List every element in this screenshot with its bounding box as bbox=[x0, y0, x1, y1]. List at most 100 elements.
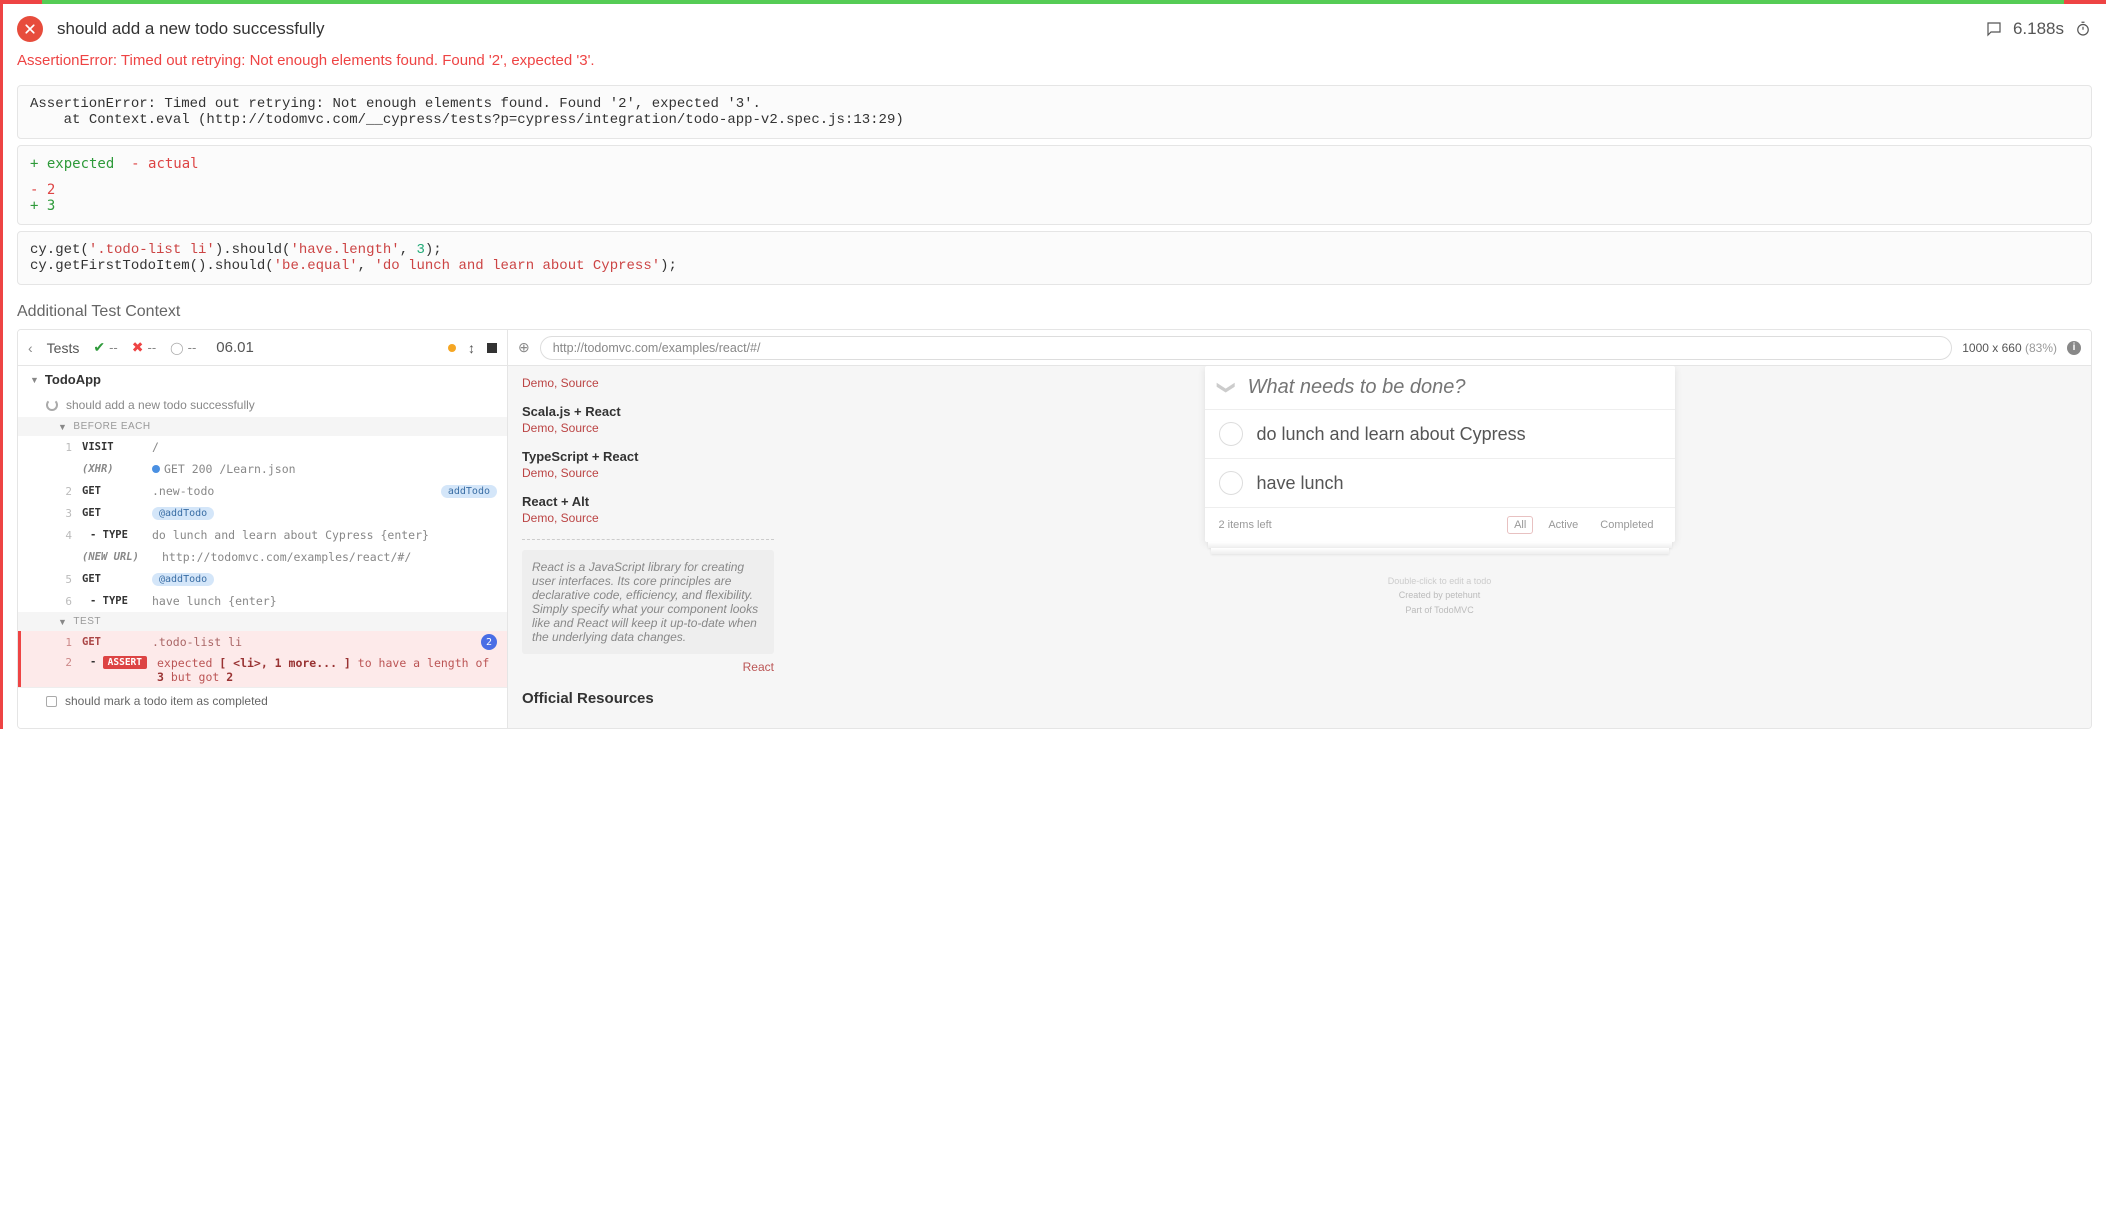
cmd-get[interactable]: 3 GET @addTodo bbox=[18, 502, 507, 524]
list-item: Scala.js + React Demo, Source bbox=[522, 404, 774, 435]
credits-line: Part of TodoMVC bbox=[1388, 603, 1492, 617]
test-section-label: ▼ TEST bbox=[18, 612, 507, 631]
lib-links[interactable]: Demo, Source bbox=[522, 376, 774, 390]
xhr-dot-icon bbox=[152, 465, 160, 473]
filter-all[interactable]: All bbox=[1507, 516, 1533, 534]
caret-down-icon: ▼ bbox=[58, 422, 67, 432]
alias-ref-pill: @addTodo bbox=[152, 507, 214, 520]
spinner-icon bbox=[46, 399, 58, 411]
back-chevron-icon[interactable]: ‹ bbox=[28, 340, 33, 356]
todo-filters: All Active Completed bbox=[1507, 516, 1660, 534]
cmd-xhr[interactable]: (XHR) GET 200 /Learn.json bbox=[18, 458, 507, 480]
stopwatch-icon bbox=[2074, 20, 2092, 38]
timer: 06.01 bbox=[216, 339, 254, 356]
fail-status-icon bbox=[17, 16, 43, 42]
app-preview-header: ⊕ http://todomvc.com/examples/react/#/ 1… bbox=[508, 330, 2091, 366]
list-item: Demo, Source bbox=[522, 376, 774, 390]
actual-label: - actual bbox=[131, 156, 198, 172]
pending-count: ◯-- bbox=[170, 340, 196, 355]
stop-button[interactable] bbox=[487, 343, 497, 353]
cmd-assert-fail[interactable]: 2 - ASSERT expected [ <li>, 1 more... ] … bbox=[18, 653, 507, 687]
expected-label: + expected bbox=[30, 156, 114, 172]
lib-links[interactable]: Demo, Source bbox=[522, 466, 774, 480]
assert-message: expected [ <li>, 1 more... ] to have a l… bbox=[157, 656, 497, 684]
stack-shadow bbox=[1211, 548, 1669, 554]
quote-text: React is a JavaScript library for creati… bbox=[532, 560, 758, 644]
new-todo-input[interactable] bbox=[1248, 376, 1661, 399]
cmd-get[interactable]: 5 GET @addTodo bbox=[18, 568, 507, 590]
recording-dot-icon bbox=[448, 344, 456, 352]
suite-row[interactable]: ▼ TodoApp bbox=[18, 366, 507, 393]
info-icon[interactable]: i bbox=[2067, 341, 2081, 355]
test-title: should add a new todo successfully bbox=[57, 19, 1985, 39]
todo-item[interactable]: do lunch and learn about Cypress bbox=[1205, 409, 1675, 458]
toggle-all-icon[interactable]: ❯ bbox=[1216, 380, 1237, 395]
selector-playground-icon[interactable]: ⊕ bbox=[518, 339, 530, 356]
official-resources-heading: Official Resources bbox=[522, 690, 774, 707]
test-meta: 6.188s bbox=[1985, 19, 2092, 39]
suite-name: TodoApp bbox=[45, 372, 101, 387]
filter-active[interactable]: Active bbox=[1541, 516, 1585, 534]
pass-count: ✔-- bbox=[93, 339, 117, 356]
stack-line: AssertionError: Timed out retrying: Not … bbox=[30, 96, 761, 112]
url-bar[interactable]: http://todomvc.com/examples/react/#/ bbox=[540, 336, 1953, 360]
fail-count: ✖-- bbox=[132, 339, 156, 356]
todo-count: 2 items left bbox=[1219, 519, 1508, 531]
credits: Double-click to edit a todo Created by p… bbox=[1388, 574, 1492, 617]
cmd-type[interactable]: 4 - TYPE do lunch and learn about Cypres… bbox=[18, 524, 507, 546]
todo-toggle-icon[interactable] bbox=[1219, 471, 1243, 495]
learn-sidebar: Demo, Source Scala.js + React Demo, Sour… bbox=[508, 366, 788, 728]
updown-arrows-icon[interactable]: ↕ bbox=[468, 340, 475, 356]
quote-author[interactable]: React bbox=[522, 660, 774, 674]
cmd-get-fail[interactable]: 1 GET .todo-list li 2 bbox=[18, 631, 507, 653]
other-spec-row[interactable]: should mark a todo item as completed bbox=[18, 687, 507, 714]
list-item: React + Alt Demo, Source bbox=[522, 494, 774, 525]
diff-plus: + 3 bbox=[30, 198, 2079, 214]
spec-title: should add a new todo successfully bbox=[66, 398, 255, 412]
command-log-header: ‹ Tests ✔-- ✖-- ◯-- 06.01 ↕ bbox=[18, 330, 507, 366]
stack-line: at Context.eval (http://todomvc.com/__cy… bbox=[30, 112, 904, 128]
test-header: should add a new todo successfully 6.188… bbox=[3, 4, 2106, 48]
circle-icon: ◯ bbox=[170, 341, 183, 355]
lib-title: Scala.js + React bbox=[522, 404, 774, 419]
assert-pill: ASSERT bbox=[103, 656, 147, 669]
element-count-pill: 2 bbox=[481, 634, 497, 650]
app-iframe-content: Demo, Source Scala.js + React Demo, Sour… bbox=[508, 366, 2091, 728]
lib-links[interactable]: Demo, Source bbox=[522, 421, 774, 435]
quote-block: React is a JavaScript library for creati… bbox=[522, 550, 774, 654]
app-preview-panel: ⊕ http://todomvc.com/examples/react/#/ 1… bbox=[508, 330, 2091, 728]
todo-footer: 2 items left All Active Completed bbox=[1205, 507, 1675, 542]
lib-title: TypeScript + React bbox=[522, 449, 774, 464]
tests-label[interactable]: Tests bbox=[47, 340, 80, 356]
cmd-get[interactable]: 2 GET .new-todo addTodo bbox=[18, 480, 507, 502]
diff-block: + expected - actual - 2 + 3 bbox=[17, 145, 2092, 225]
error-summary: AssertionError: Timed out retrying: Not … bbox=[3, 48, 2106, 79]
cypress-runner: ‹ Tests ✔-- ✖-- ◯-- 06.01 ↕ ▼ TodoApp bbox=[17, 329, 2092, 729]
todo-toggle-icon[interactable] bbox=[1219, 422, 1243, 446]
todoapp-container: ❯ do lunch and learn about Cypress have … bbox=[1205, 366, 1675, 542]
x-icon: ✖ bbox=[132, 339, 144, 356]
filter-completed[interactable]: Completed bbox=[1593, 516, 1660, 534]
alias-ref-pill: @addTodo bbox=[152, 573, 214, 586]
test-report: should add a new todo successfully 6.188… bbox=[0, 4, 2106, 729]
lib-links[interactable]: Demo, Source bbox=[522, 511, 774, 525]
stack-trace: AssertionError: Timed out retrying: Not … bbox=[17, 85, 2092, 139]
other-spec-title: should mark a todo item as completed bbox=[65, 694, 268, 708]
diff-minus: - 2 bbox=[30, 182, 2079, 198]
running-spec-row[interactable]: should add a new todo successfully bbox=[18, 393, 507, 417]
command-log-body: ▼ TodoApp should add a new todo successf… bbox=[18, 366, 507, 728]
cmd-type[interactable]: 6 - TYPE have lunch {enter} bbox=[18, 590, 507, 612]
todo-item-label: have lunch bbox=[1257, 473, 1344, 494]
list-item: TypeScript + React Demo, Source bbox=[522, 449, 774, 480]
alias-pill: addTodo bbox=[441, 485, 497, 498]
additional-context-label: Additional Test Context bbox=[3, 291, 2106, 329]
code-snippet: cy.get('.todo-list li').should('have.len… bbox=[17, 231, 2092, 285]
cmd-new-url[interactable]: (NEW URL) http://todomvc.com/examples/re… bbox=[18, 546, 507, 568]
todo-item-label: do lunch and learn about Cypress bbox=[1257, 424, 1526, 445]
caret-down-icon: ▼ bbox=[58, 617, 67, 627]
cmd-visit[interactable]: 1 VISIT / bbox=[18, 436, 507, 458]
todo-item[interactable]: have lunch bbox=[1205, 458, 1675, 507]
diff-legend: + expected - actual bbox=[30, 156, 2079, 172]
divider bbox=[522, 539, 774, 540]
duration: 6.188s bbox=[2013, 19, 2064, 39]
